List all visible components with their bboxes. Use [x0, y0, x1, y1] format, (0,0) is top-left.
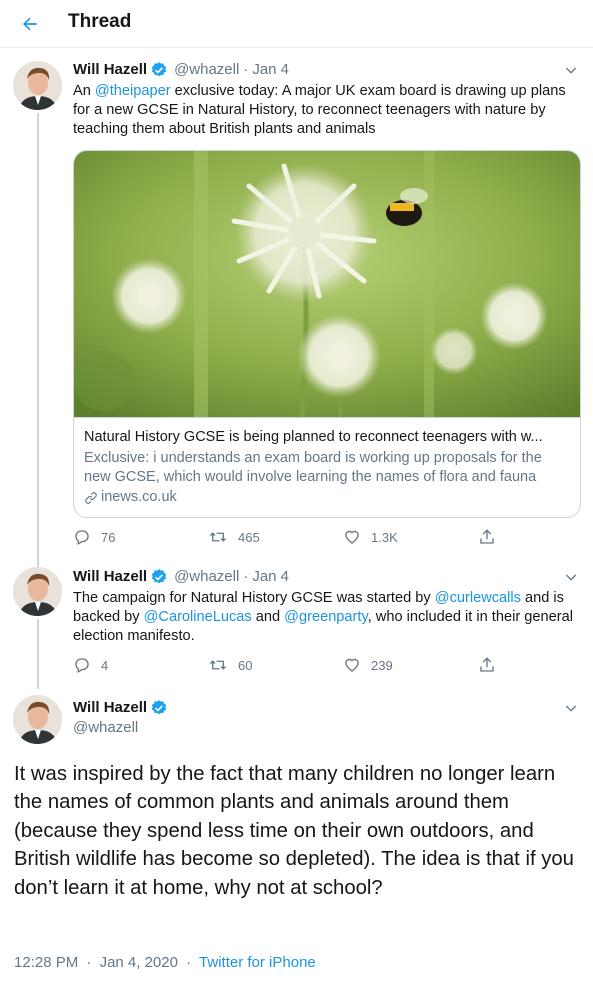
heart-icon — [345, 530, 359, 544]
card-domain: inews.co.uk — [84, 488, 572, 507]
card-title: Natural History GCSE is being planned to… — [84, 429, 543, 445]
share-icon — [480, 657, 494, 672]
separator-dot: · — [243, 568, 249, 585]
card-image — [74, 151, 580, 417]
avatar[interactable] — [13, 567, 62, 616]
author-handle[interactable]: @whazell — [174, 567, 239, 587]
like-count: 239 — [371, 657, 393, 673]
thread-connector — [37, 619, 39, 689]
tweet-date[interactable]: Jan 4 — [252, 567, 289, 587]
author-handle[interactable]: @whazell — [73, 718, 138, 738]
tweet-source-link[interactable]: Twitter for iPhone — [199, 954, 316, 971]
separator-dot: · — [243, 61, 249, 78]
reply-button[interactable]: 4 — [73, 656, 108, 674]
author-handle[interactable]: @whazell — [174, 60, 239, 80]
heart-icon — [345, 658, 359, 672]
mention-link[interactable]: @theipaper — [95, 83, 171, 99]
card-body: Natural History GCSE is being planned to… — [74, 417, 580, 517]
chevron-down-icon[interactable] — [563, 569, 579, 585]
mention-link[interactable]: @CarolineLucas — [144, 609, 252, 625]
tweet-actions: 4 60 239 — [73, 656, 503, 678]
tweet-header: Will Hazell @whazell · Jan 4 — [73, 567, 289, 587]
retweet-icon — [210, 532, 226, 542]
verified-badge-icon — [151, 700, 167, 715]
tweet-time[interactable]: 12:28 PM — [14, 954, 78, 971]
arrow-left-icon — [23, 17, 37, 31]
chevron-down-icon[interactable] — [563, 700, 579, 716]
verified-badge-icon — [151, 569, 167, 584]
retweet-icon — [210, 660, 226, 670]
retweet-button[interactable]: 465 — [208, 528, 260, 546]
avatar[interactable] — [13, 695, 62, 744]
tweet-text: An @theipaper exclusive today: A major U… — [73, 82, 578, 139]
like-count: 1.3K — [371, 529, 398, 545]
author-name[interactable]: Will Hazell — [73, 567, 147, 587]
tweet-text: It was inspired by the fact that many ch… — [14, 763, 574, 899]
card-domain-text: inews.co.uk — [101, 489, 177, 505]
text-segment: and — [251, 609, 285, 625]
mention-link[interactable]: @curlewcalls — [435, 590, 521, 606]
text-segment: The campaign for Natural History GCSE wa… — [73, 590, 435, 606]
reply-icon — [75, 658, 89, 673]
link-icon — [85, 491, 97, 504]
tweet-actions: 76 465 1.3K — [73, 528, 503, 550]
chevron-down-icon[interactable] — [563, 62, 579, 78]
like-button[interactable]: 239 — [343, 656, 393, 674]
tweet-header: Will Hazell @whazell · Jan 4 — [73, 60, 289, 80]
share-button[interactable] — [478, 656, 506, 674]
tweet-meta: 12:28 PM · Jan 4, 2020 · Twitter for iPh… — [14, 954, 316, 971]
like-button[interactable]: 1.3K — [343, 528, 398, 546]
separator-dot: · — [86, 954, 92, 971]
reply-count: 76 — [101, 529, 116, 545]
tweet-header: Will Hazell — [73, 698, 174, 718]
card-description: Exclusive: i understands an exam board i… — [84, 450, 542, 485]
author-name[interactable]: Will Hazell — [73, 698, 147, 718]
page-title: Thread — [68, 11, 132, 32]
separator-dot: · — [186, 954, 192, 971]
author-name[interactable]: Will Hazell — [73, 60, 147, 80]
text-segment: An — [73, 83, 95, 99]
mention-link[interactable]: @greenparty — [284, 609, 368, 625]
tweet-date[interactable]: Jan 4 — [252, 60, 289, 80]
retweet-count: 465 — [238, 529, 260, 545]
link-card[interactable]: Natural History GCSE is being planned to… — [73, 150, 581, 518]
thread-header: Thread — [0, 0, 593, 48]
avatar[interactable] — [13, 61, 62, 110]
tweet-full-date[interactable]: Jan 4, 2020 — [100, 954, 178, 971]
thread-connector — [37, 113, 39, 568]
share-icon — [480, 529, 494, 544]
tweet-text: The campaign for Natural History GCSE wa… — [73, 589, 578, 646]
back-button[interactable] — [16, 10, 44, 38]
reply-button[interactable]: 76 — [73, 528, 115, 546]
retweet-button[interactable]: 60 — [208, 656, 252, 674]
retweet-count: 60 — [238, 657, 253, 673]
share-button[interactable] — [478, 528, 506, 546]
verified-badge-icon — [151, 62, 167, 77]
tweet-header-handle: @whazell — [73, 718, 138, 738]
reply-count: 4 — [101, 657, 109, 673]
reply-icon — [75, 530, 89, 545]
